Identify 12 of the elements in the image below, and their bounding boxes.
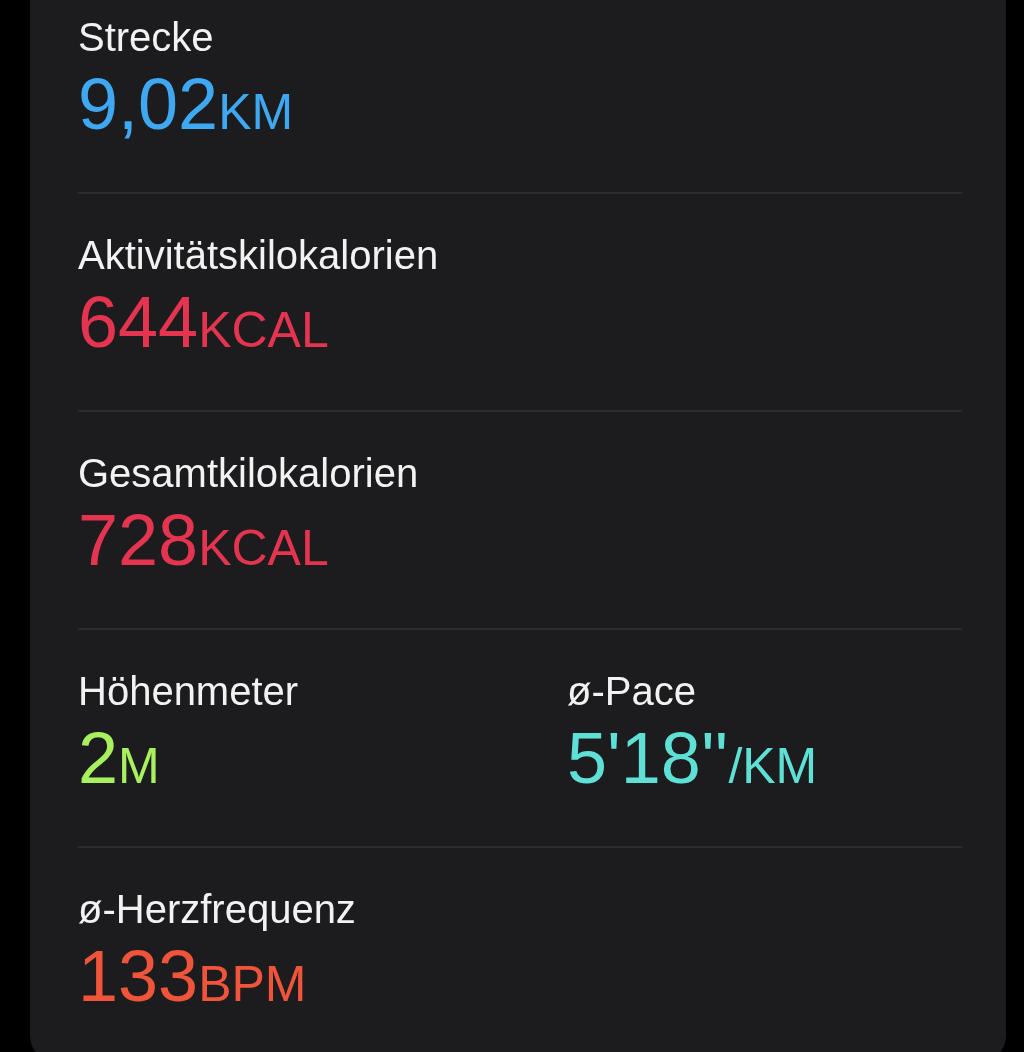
metric-value: 133BPM xyxy=(78,935,308,1018)
metric-label: ø-Herzfrequenz xyxy=(78,886,357,933)
metric-value: 644KCAL xyxy=(78,281,330,364)
metric-value: 2M xyxy=(78,717,161,800)
metric-label: Gesamtkilokalorien xyxy=(78,450,420,497)
metric-label: Strecke xyxy=(78,14,215,61)
metric-label: Aktivitätskilokalorien xyxy=(78,232,440,279)
metric-label: ø-Pace xyxy=(567,668,697,715)
metric-value: 5'18''/KM xyxy=(567,717,819,800)
metric-value: 728KCAL xyxy=(78,499,330,582)
metric-value: 9,02KM xyxy=(78,63,295,146)
metric-label: Höhenmeter xyxy=(78,668,300,715)
